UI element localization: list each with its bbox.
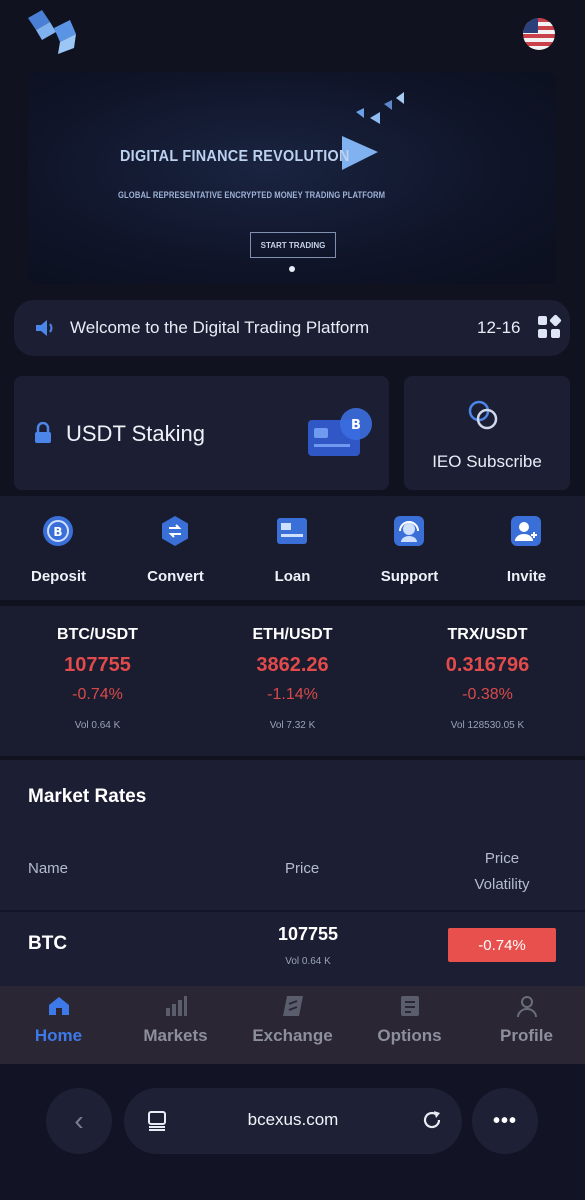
more-button[interactable]: ••• xyxy=(472,1088,538,1154)
market-rates-title: Market Rates xyxy=(28,786,147,807)
staking-label: USDT Staking xyxy=(66,421,205,446)
tab-label: Home xyxy=(34,1026,83,1045)
tab-profile[interactable]: Profile xyxy=(468,986,585,1064)
notice-text: Welcome to the Digital Trading Platform xyxy=(70,318,370,337)
exchange-icon xyxy=(283,996,303,1016)
bitcoin-coin-icon: B xyxy=(43,516,73,546)
grid-icon[interactable] xyxy=(536,314,562,340)
convert-button[interactable]: Convert xyxy=(117,496,234,600)
tab-label: Profile xyxy=(500,1026,553,1045)
lock-icon xyxy=(35,422,51,443)
notice-bar[interactable]: Welcome to the Digital Trading Platform … xyxy=(14,300,570,356)
document-icon xyxy=(401,996,419,1016)
ticker-change: -1.14% xyxy=(267,686,318,703)
column-header-name[interactable]: Name xyxy=(28,860,68,877)
support-button[interactable]: Support xyxy=(351,496,468,600)
row-price: 107755 xyxy=(277,924,339,944)
carousel-indicator[interactable] xyxy=(289,266,295,272)
back-button[interactable]: ‹ xyxy=(46,1088,112,1154)
invite-button[interactable]: Invite xyxy=(468,496,585,600)
tab-label: Options xyxy=(377,1026,442,1045)
volatility-header-line1: Price xyxy=(484,850,520,867)
browser-toolbar: ‹ bcexus.com ••• xyxy=(0,1064,585,1200)
bottom-tab-bar: Home Markets Exchange Options Profile xyxy=(0,986,585,1064)
bar-chart-icon xyxy=(166,996,187,1016)
cube-logo-icon[interactable] xyxy=(26,8,78,56)
ticker-strip: BTC/USDT 107755 -0.74% Vol 0.64 K ETH/US… xyxy=(0,606,585,756)
ticker-price: 0.316796 xyxy=(445,654,530,676)
banner-title: DIGITAL FINANCE REVOLUTION xyxy=(120,148,350,165)
home-icon xyxy=(49,997,69,1015)
top-bar xyxy=(0,0,585,70)
staking-card-illustration: B xyxy=(308,408,372,456)
tab-exchange[interactable]: Exchange xyxy=(234,986,351,1064)
deposit-label: Deposit xyxy=(30,568,86,585)
tab-markets[interactable]: Markets xyxy=(117,986,234,1064)
deposit-button[interactable]: B Deposit xyxy=(0,496,117,600)
reload-icon[interactable] xyxy=(420,1108,444,1132)
ticker-volume: Vol 7.32 K xyxy=(269,720,316,731)
ticker-volume: Vol 0.64 K xyxy=(74,720,121,731)
convert-label: Convert xyxy=(147,568,204,585)
ticker-eth[interactable]: ETH/USDT 3862.26 -1.14% Vol 7.32 K xyxy=(195,606,390,756)
arrow-decoration-icon xyxy=(356,92,404,124)
svg-text:B: B xyxy=(351,418,361,433)
start-trading-button[interactable]: START TRADING xyxy=(250,232,336,258)
loan-button[interactable]: Loan xyxy=(234,496,351,600)
divider xyxy=(0,910,585,912)
ticker-change: -0.74% xyxy=(72,686,123,703)
invite-label: Invite xyxy=(506,568,547,585)
us-flag-icon[interactable] xyxy=(523,18,555,50)
banner-subtitle: GLOBAL REPRESENTATIVE ENCRYPTED MONEY TR… xyxy=(118,190,386,200)
tab-label: Markets xyxy=(143,1026,208,1045)
volatility-header-line2: Volatility xyxy=(474,876,530,893)
ticker-change: -0.38% xyxy=(462,686,513,703)
user-plus-icon xyxy=(511,516,541,546)
circles-icon xyxy=(468,400,498,430)
ieo-subscribe-card[interactable]: IEO Subscribe xyxy=(404,376,570,490)
ticker-volume: Vol 128530.05 K xyxy=(450,720,525,731)
card-icon xyxy=(277,518,307,544)
speaker-icon xyxy=(36,320,53,336)
column-header-price[interactable]: Price xyxy=(285,860,319,877)
loan-label: Loan xyxy=(274,568,311,585)
svg-text:B: B xyxy=(53,525,62,539)
quick-actions: B Deposit Convert Loan Support Invite xyxy=(0,496,585,600)
row-name: BTC xyxy=(28,933,68,954)
support-label: Support xyxy=(380,568,439,585)
ticker-price: 3862.26 xyxy=(256,654,329,676)
row-volume: Vol 0.64 K xyxy=(285,956,331,967)
url-text: bcexus.com xyxy=(247,1110,339,1129)
ticker-trx[interactable]: TRX/USDT 0.316796 -0.38% Vol 128530.05 K xyxy=(390,606,585,756)
ticker-btc[interactable]: BTC/USDT 107755 -0.74% Vol 0.64 K xyxy=(0,606,195,756)
usdt-staking-card[interactable]: USDT Staking B xyxy=(14,376,389,490)
promo-banner[interactable]: DIGITAL FINANCE REVOLUTION GLOBAL REPRES… xyxy=(28,72,556,284)
market-rates-section: Market Rates Name Price Price Volatility… xyxy=(0,760,585,988)
person-icon xyxy=(517,996,537,1018)
notice-date: 12-16 xyxy=(477,318,521,337)
ticker-pair: TRX/USDT xyxy=(447,626,528,643)
convert-icon xyxy=(162,516,188,546)
tab-options[interactable]: Options xyxy=(351,986,468,1064)
ieo-label: IEO Subscribe xyxy=(432,452,542,471)
tab-label: Exchange xyxy=(252,1026,333,1045)
headset-icon xyxy=(394,516,424,546)
tab-home[interactable]: Home xyxy=(0,986,117,1064)
column-header-volatility[interactable]: Price Volatility xyxy=(446,846,558,898)
row-change-badge: -0.74% xyxy=(448,928,556,962)
ticker-pair: ETH/USDT xyxy=(252,626,333,643)
address-bar[interactable]: bcexus.com xyxy=(124,1088,462,1154)
ticker-price: 107755 xyxy=(64,654,131,676)
ticker-pair: BTC/USDT xyxy=(57,626,138,643)
